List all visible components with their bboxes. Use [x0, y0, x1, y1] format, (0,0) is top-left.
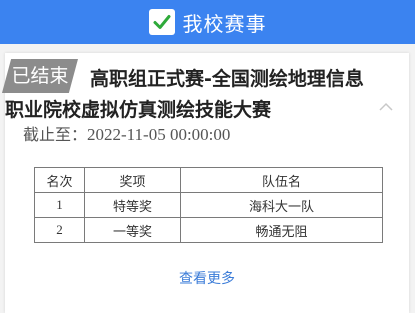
chevron-up-icon[interactable]	[379, 97, 393, 116]
page-header: 我校赛事	[0, 0, 415, 44]
deadline-label: 截止至：	[23, 125, 88, 144]
results-table: 名次 奖项 队伍名 1 特等奖 海科大一队 2 一等奖 畅通无阻	[34, 167, 383, 243]
column-header-team: 队伍名	[180, 167, 383, 193]
cell-rank: 1	[34, 192, 85, 218]
table-row: 2 一等奖 畅通无阻	[34, 217, 383, 243]
table-header-row: 名次 奖项 队伍名	[34, 167, 383, 193]
deadline-value: 2022-11-05 00:00:00	[87, 125, 231, 144]
event-deadline: 截止至：2022-11-05 00:00:00	[23, 123, 230, 147]
table-row: 1 特等奖 海科大一队	[34, 192, 383, 218]
cell-team: 畅通无阻	[180, 217, 383, 243]
cell-award: 一等奖	[84, 217, 181, 243]
cell-team: 海科大一队	[180, 192, 383, 218]
cell-rank: 2	[34, 217, 85, 243]
status-badge: 已结束	[2, 59, 78, 93]
event-card[interactable]: 高职组正式赛-全国测绘地理信息职业院校虚拟仿真测绘技能大赛 已结束 截止至：20…	[2, 53, 409, 313]
column-header-award: 奖项	[84, 167, 181, 193]
cell-award: 特等奖	[84, 192, 181, 218]
page-title: 我校赛事	[182, 11, 267, 36]
column-header-rank: 名次	[34, 167, 85, 193]
view-more-link[interactable]: 查看更多	[5, 268, 409, 288]
check-icon	[148, 9, 175, 35]
